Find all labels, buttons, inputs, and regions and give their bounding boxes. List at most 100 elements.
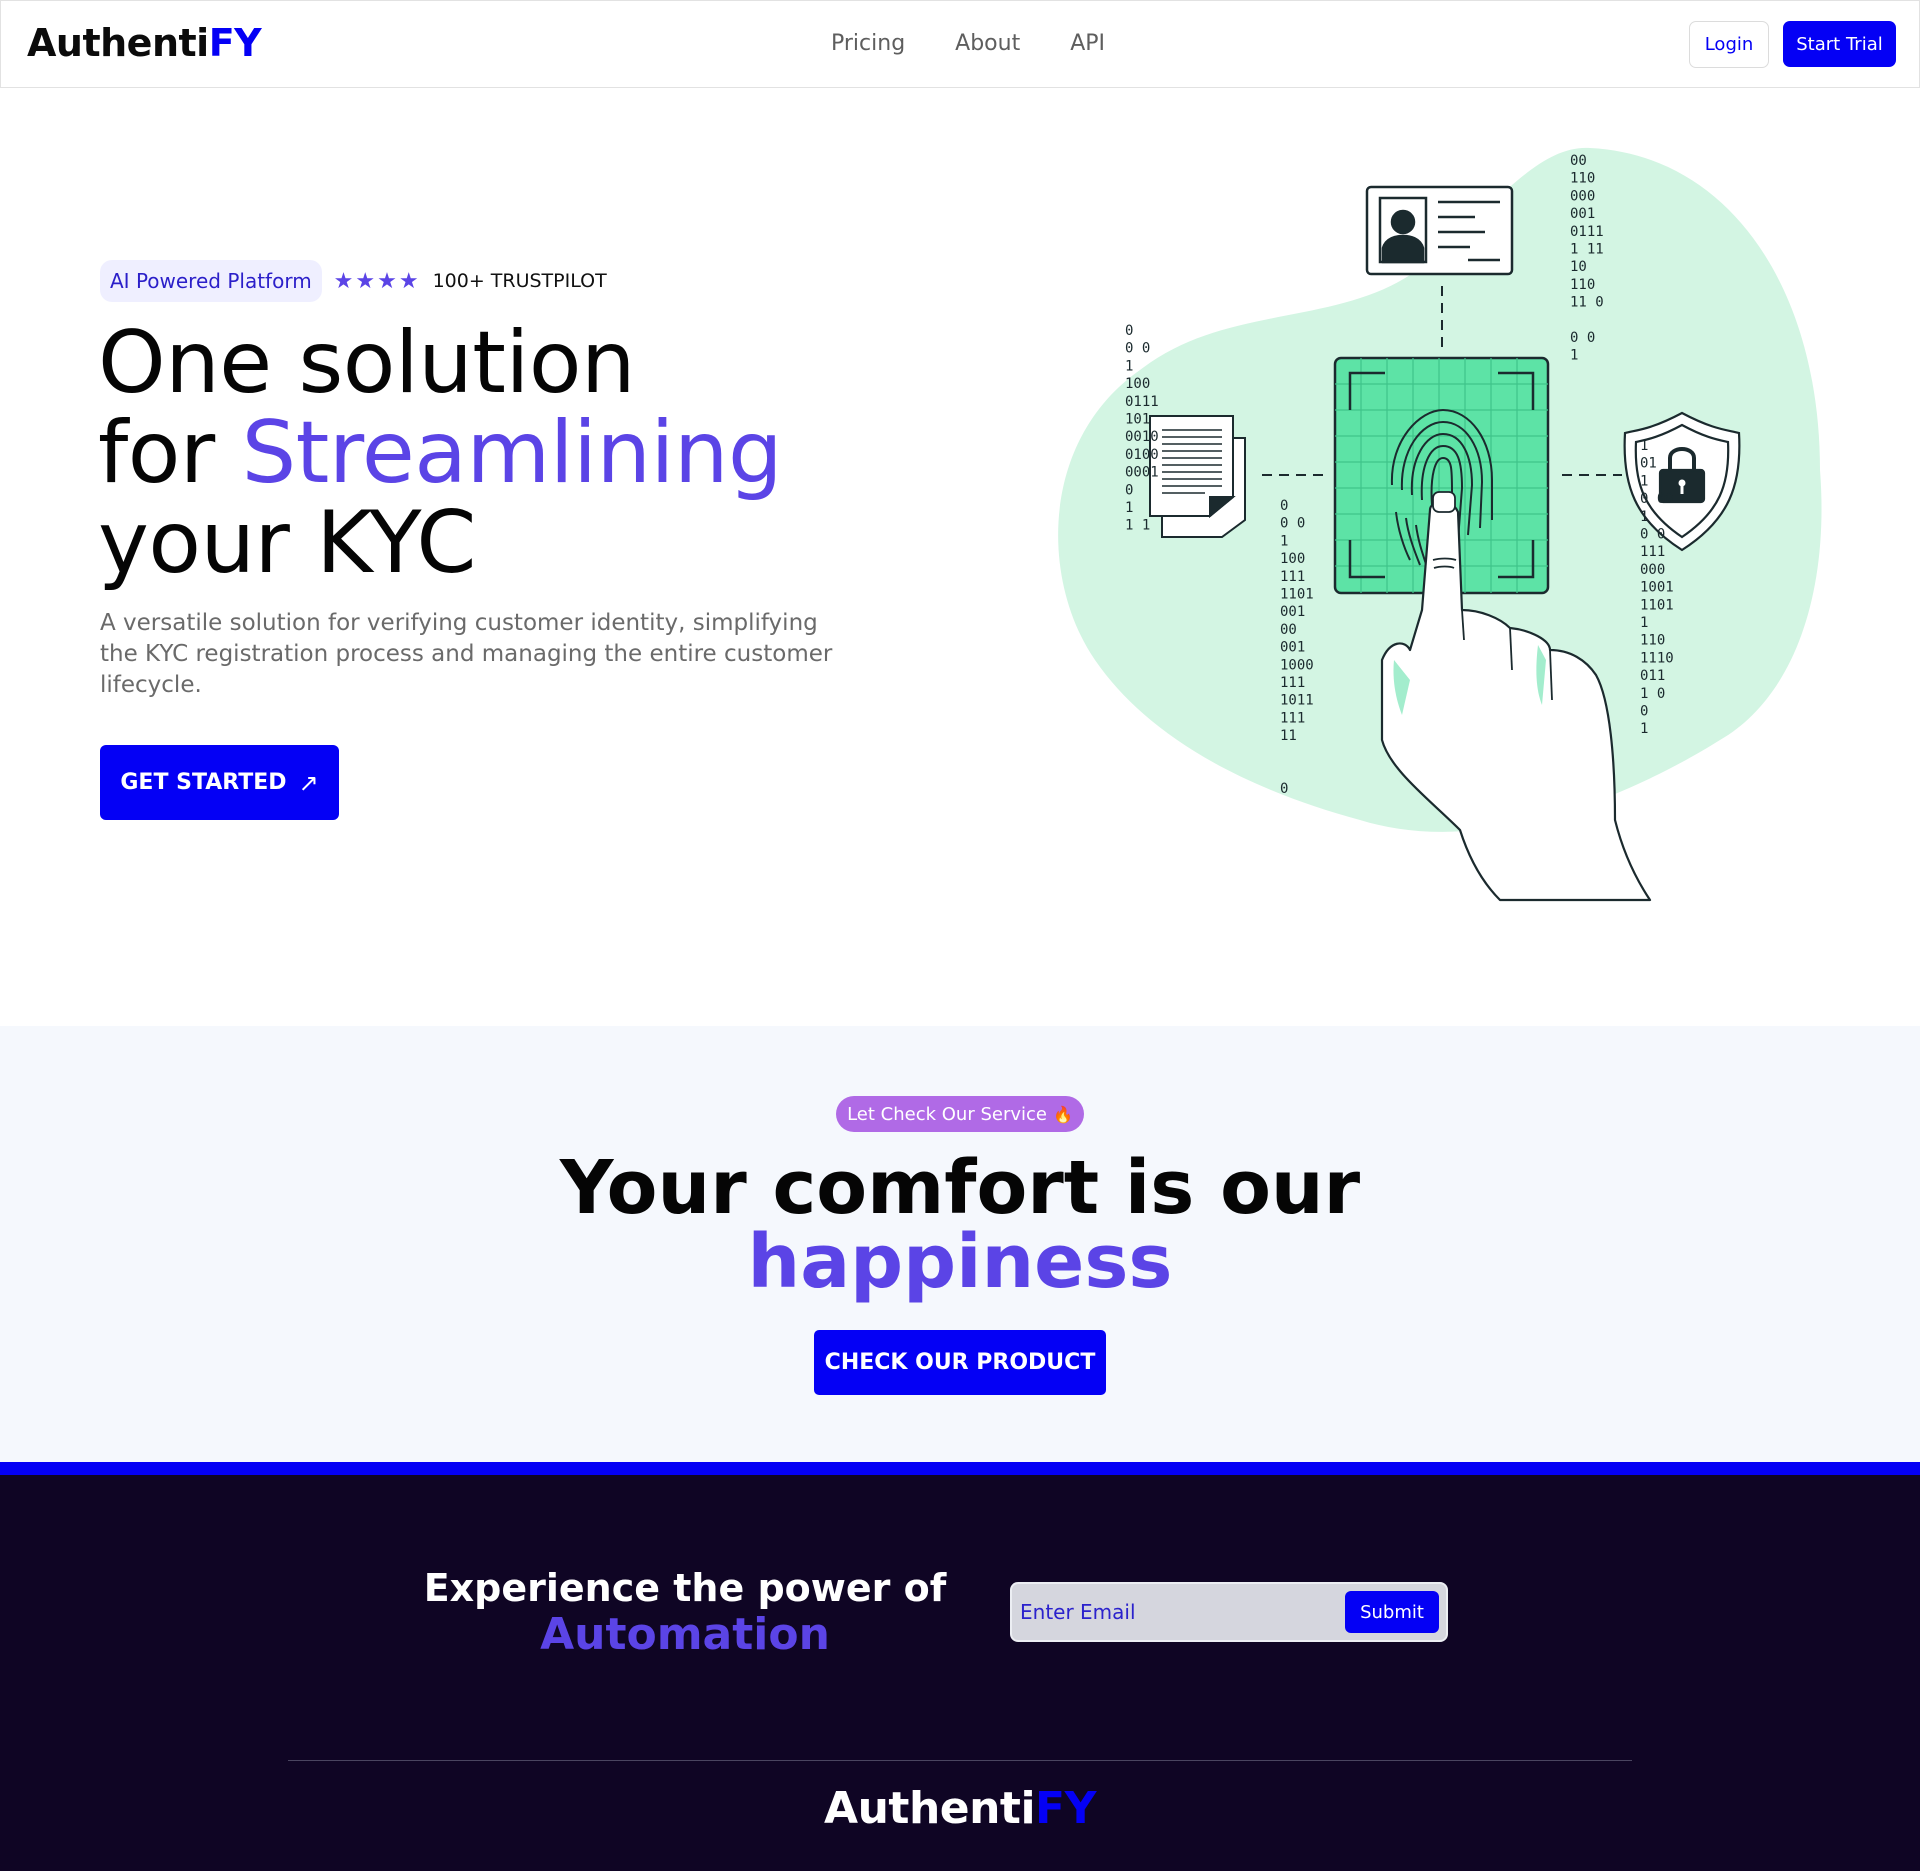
arrow-up-right-icon: ↗ [298,768,319,797]
newsletter-form: Submit [1010,1582,1448,1642]
binary-line: 10 [1570,259,1587,275]
binary-line: 111 [1280,675,1305,691]
binary-line: 00 [1570,153,1587,169]
hero-title-line3: your KYC [98,493,476,593]
binary-line: 0111 [1125,394,1159,410]
service-title: Your comfort is our happiness [0,1151,1920,1299]
footer-divider [288,1760,1632,1761]
ai-powered-badge: AI Powered Platform [100,260,322,302]
submit-button[interactable]: Submit [1345,1591,1439,1633]
footer: Experience the power of Automation Submi… [0,1475,1920,1871]
binary-line: 1 [1640,438,1648,454]
binary-line: 111 [1280,569,1305,585]
footer-cta-title: Experience the power of Automation [420,1565,950,1659]
binary-line: 011 [1640,668,1665,684]
binary-line: 1 [1125,500,1133,516]
footer-cta-accent: Automation [540,1609,830,1660]
service-title-accent: happiness [747,1219,1173,1305]
binary-line: 101 [1125,412,1150,428]
email-input[interactable] [1020,1592,1340,1632]
binary-line: 1 [1640,509,1648,525]
binary-line: 1 [1125,358,1133,374]
service-pill: Let Check Our Service 🔥 [836,1096,1084,1132]
binary-line: 1 [1570,348,1578,364]
hero-title-line2-prefix: for [98,403,242,503]
document-icon [1149,415,1246,538]
binary-line: 000 [1570,188,1595,204]
footer-accent-bar [0,1462,1920,1475]
logo-accent-text: FY [208,21,262,65]
binary-line: 0 0 [1280,516,1305,532]
binary-line: 0 [1280,498,1288,514]
nav-link-about[interactable]: About [955,31,1020,56]
binary-line: 1 [1280,533,1288,549]
nav-link-api[interactable]: API [1070,31,1105,56]
footer-logo-accent: FY [1035,1783,1096,1834]
logo-text: Authenti [27,21,209,65]
kyc-illustration: 00 110 000 001 0111 1 11 10 110 11 00 01 00 0 1 10… [1058,147,1822,902]
binary-line: 0 00 [1640,491,1674,507]
binary-line: 111 [1640,544,1665,560]
trustpilot-text: 100+ TRUSTPILOT [432,270,607,292]
binary-line: 11 0 [1570,295,1604,311]
nav-links: Pricing About API [831,31,1105,56]
check-product-button[interactable]: CHECK OUR PRODUCT [814,1330,1106,1395]
binary-line: 110 [1570,277,1595,293]
binary-line: 1110 [1640,650,1674,666]
binary-line: 0 [1640,704,1648,720]
binary-line: 0100 [1125,447,1159,463]
binary-line: 0 0 [1125,341,1150,357]
binary-line: 0111 [1570,224,1604,240]
binary-line: 111 [1280,710,1305,726]
binary-line: 1 [1640,473,1648,489]
binary-line: 1 0 [1640,686,1665,702]
binary-line: 000 [1640,562,1665,578]
nav-link-pricing[interactable]: Pricing [831,31,905,56]
binary-line: 100 [1280,551,1305,567]
brand-logo[interactable]: AuthentiFY [27,21,262,65]
binary-line: 0 0 [1570,330,1595,346]
binary-line: 0010 [1125,429,1159,445]
binary-line: 1001 [1640,580,1674,596]
binary-line: 1 [1640,615,1648,631]
binary-line: 001 [1280,604,1305,620]
binary-line: 01 [1640,456,1657,472]
footer-logo-text: Authenti [824,1783,1036,1834]
hero-description: A versatile solution for verifying custo… [100,610,833,698]
footer-logo[interactable]: AuthentiFY [0,1783,1920,1834]
binary-line: 100 [1125,376,1150,392]
get-started-button[interactable]: GET STARTED ↗ [100,745,339,820]
binary-line: 1 11 [1570,242,1604,258]
binary-line: 1 1 [1125,518,1150,534]
binary-line: 0 [1125,482,1133,498]
binary-line: 0001 [1125,465,1159,481]
binary-line: 001 [1570,206,1595,222]
binary-line: 11 [1280,728,1297,744]
service-pill-text: Let Check Our Service [847,1103,1047,1125]
binary-line: 1000 [1280,657,1314,673]
get-started-label: GET STARTED [120,770,287,795]
login-button[interactable]: Login [1689,21,1769,68]
start-trial-button[interactable]: Start Trial [1783,21,1896,67]
binary-line: 0 0 [1640,527,1665,543]
footer-cta-line1: Experience the power of [423,1566,947,1610]
hero-title-line1: One solution [98,313,636,413]
hero-badge-row: AI Powered Platform ★★★★ 100+ TRUSTPILOT [100,260,607,302]
binary-line: 110 [1640,633,1665,649]
binary-line: 110 [1570,171,1595,187]
binary-line: 1101 [1280,587,1314,603]
hero-title-accent: Streamlining [241,403,783,503]
flame-icon: 🔥 [1052,1104,1073,1124]
binary-line: 0 [1280,781,1288,797]
binary-line: 1101 [1640,597,1674,613]
top-navbar: AuthentiFY Pricing About API Login Start… [0,0,1920,88]
binary-line: 001 [1280,640,1305,656]
binary-line: 0 [1125,323,1133,339]
hero-title: One solution for Streamlining your KYC [98,318,783,588]
binary-line: 1 [1640,721,1648,737]
binary-line: 00 [1280,622,1297,638]
binary-line: 1011 [1280,693,1314,709]
service-section: Let Check Our Service 🔥 Your comfort is … [0,1026,1920,1462]
rating-stars-icon: ★★★★ [333,268,421,294]
id-card-icon [1365,185,1514,276]
